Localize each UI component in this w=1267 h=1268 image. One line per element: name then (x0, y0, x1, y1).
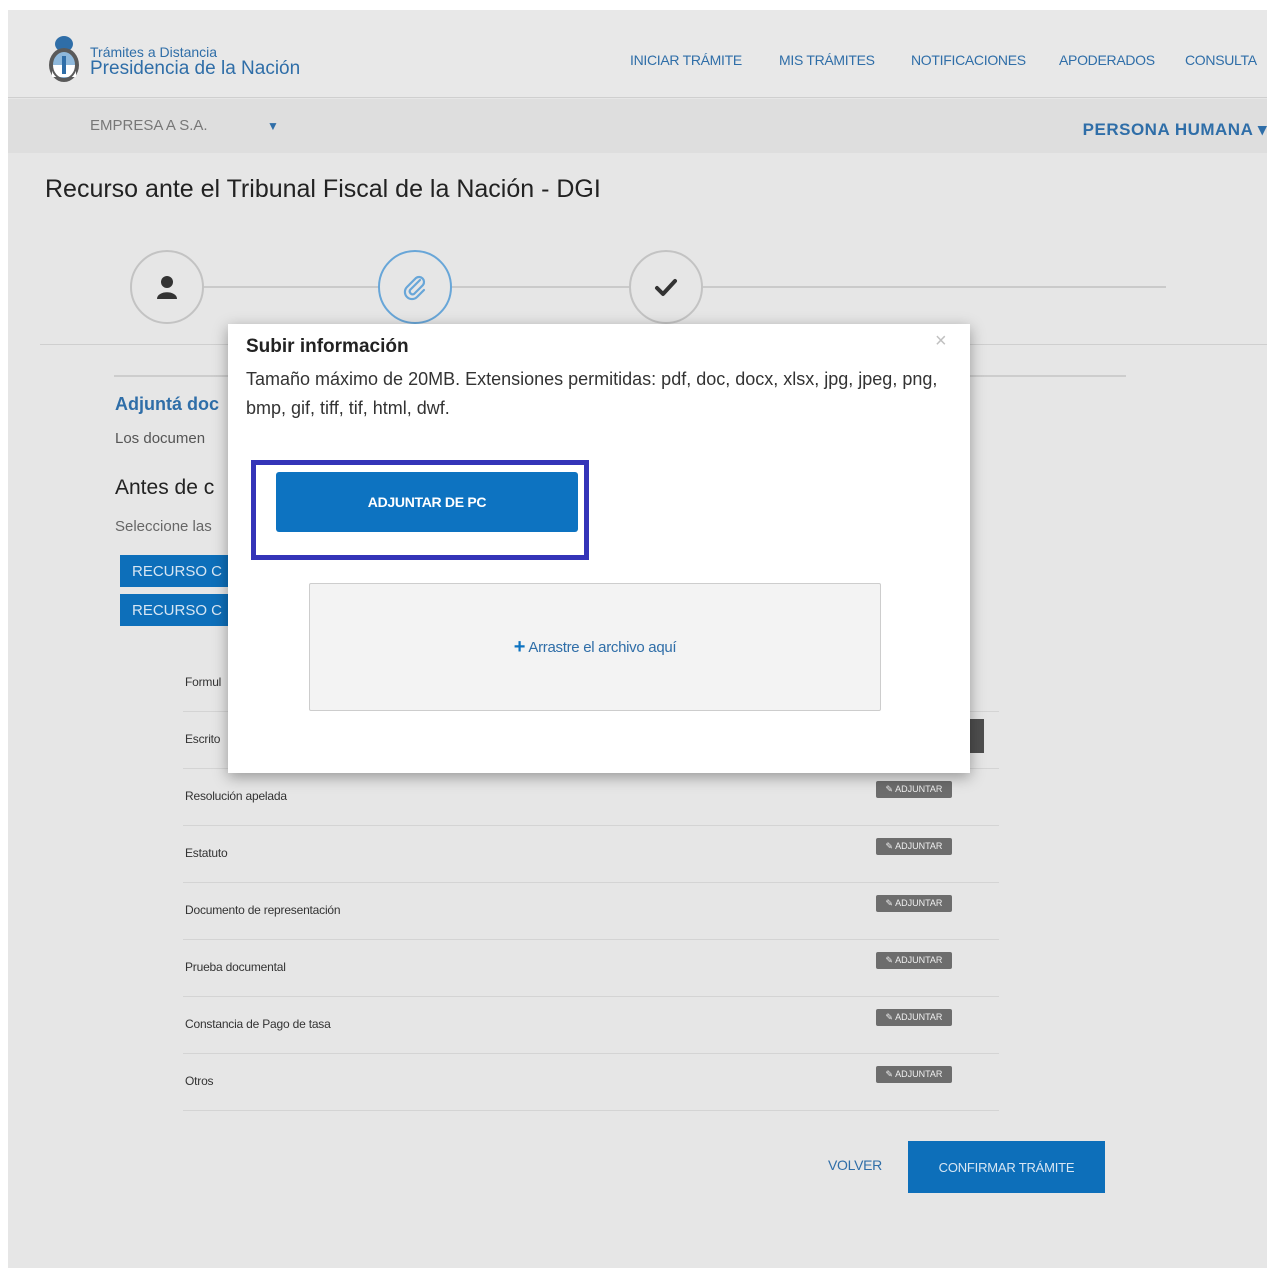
attach-document-button[interactable]: ✎ ADJUNTAR (876, 895, 952, 912)
document-row: Constancia de Pago de tasa ✎ ADJUNTAR (183, 997, 999, 1054)
document-row: Otros ✎ ADJUNTAR (183, 1054, 999, 1111)
attach-from-pc-button[interactable]: ADJUNTAR DE PC (276, 472, 578, 532)
attach-document-button[interactable]: ✎ ADJUNTAR (876, 781, 952, 798)
nav-consulta[interactable]: CONSULTA (1185, 52, 1257, 68)
nav-apoderados[interactable]: APODERADOS (1059, 52, 1155, 68)
document-label: Resolución apelada (185, 789, 287, 803)
step-user[interactable] (130, 250, 204, 324)
attach-document-button[interactable]: ✎ ADJUNTAR (876, 952, 952, 969)
section-subtitle: Antes de c (115, 476, 215, 499)
nav-mis-tramites[interactable]: MIS TRÁMITES (779, 52, 875, 68)
attach-document-button[interactable]: ✎ ADJUNTAR (876, 838, 952, 855)
plus-icon: + (513, 635, 526, 658)
document-label: Otros (185, 1074, 214, 1088)
top-header: Trámites a Distancia Presidencia de la N… (8, 10, 1267, 98)
coat-of-arms-icon (49, 36, 79, 82)
nav-notificaciones[interactable]: NOTIFICACIONES (911, 52, 1026, 68)
document-label: Estatuto (185, 846, 228, 860)
document-label: Formul (185, 675, 222, 689)
document-label: Prueba documental (185, 960, 286, 974)
nav-iniciar-tramite[interactable]: INICIAR TRÁMITE (630, 52, 742, 68)
modal-description: Tamaño máximo de 20MB. Extensiones permi… (246, 369, 938, 418)
section-title: Adjuntá doc (115, 394, 219, 414)
caret-down-icon[interactable]: ▼ (267, 119, 279, 133)
document-row: Documento de representación ✎ ADJUNTAR (183, 883, 999, 940)
document-label: Constancia de Pago de tasa (185, 1017, 331, 1031)
document-label: Documento de representación (185, 903, 341, 917)
attach-document-button[interactable]: ✎ ADJUNTAR (876, 1066, 952, 1083)
persona-selector[interactable]: PERSONA HUMANA ▾ (1083, 120, 1267, 140)
document-row: Prueba documental ✎ ADJUNTAR (183, 940, 999, 997)
document-row: Estatuto ✎ ADJUNTAR (183, 826, 999, 883)
account-bar: EMPRESA A S.A. ▼ PERSONA HUMANA ▾ (8, 99, 1267, 153)
close-icon[interactable]: × (935, 330, 947, 353)
step-attach[interactable] (378, 250, 452, 324)
modal-title: Subir información (246, 336, 409, 357)
page-title: Recurso ante el Tribunal Fiscal de la Na… (45, 175, 601, 203)
paperclip-icon (403, 275, 426, 301)
step-confirm[interactable] (629, 250, 703, 324)
dropzone-label: Arrastre el archivo aquí (528, 638, 677, 656)
document-row: Resolución apelada ✎ ADJUNTAR (183, 769, 999, 826)
upload-modal: Subir información × Tamaño máximo de 20M… (228, 324, 970, 773)
document-label: Escrito (185, 732, 221, 746)
confirm-button[interactable]: CONFIRMAR TRÁMITE (908, 1141, 1105, 1193)
section-description: Los documen (115, 430, 206, 447)
brand-title[interactable]: Presidencia de la Nación (90, 58, 300, 80)
select-instruction: Seleccione las (115, 518, 212, 535)
user-icon (157, 276, 177, 299)
background-button-edge (970, 719, 984, 753)
company-selector-label[interactable]: EMPRESA A S.A. (90, 117, 208, 134)
checkmark-icon (655, 279, 677, 296)
attach-document-button[interactable]: ✎ ADJUNTAR (876, 1009, 952, 1026)
file-dropzone[interactable]: + Arrastre el archivo aquí (309, 583, 881, 711)
back-button[interactable]: VOLVER (828, 1157, 882, 1173)
